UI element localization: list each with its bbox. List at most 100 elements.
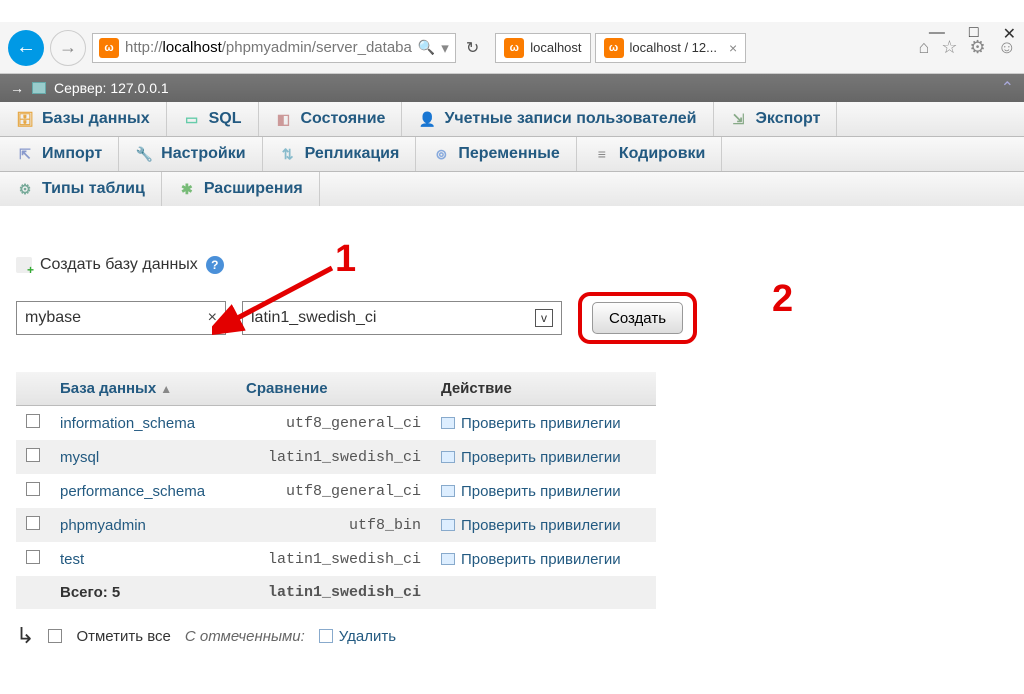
replication-icon: ⇅ [279, 145, 297, 163]
tab-sql[interactable]: ▭SQL [167, 102, 259, 136]
db-add-icon [16, 257, 32, 273]
highlight-box-2: Создать [578, 292, 697, 344]
pma-nav-secondary: ⇱Импорт 🔧Настройки ⇅Репликация ⊚Переменн… [0, 137, 1024, 172]
engines-icon: ⚙ [16, 180, 34, 198]
row-checkbox[interactable] [26, 550, 40, 564]
check-privileges-link[interactable]: Проверить привилегии [441, 415, 646, 432]
browser-tab[interactable]: ω localhost [495, 33, 590, 63]
export-icon: ⇲ [730, 110, 748, 128]
pma-nav-tertiary: ⚙Типы таблиц ✱Расширения [0, 172, 1024, 206]
browser-toolbar: ← → ω http://localhost/phpmyadmin/server… [0, 22, 1024, 74]
privileges-icon [441, 553, 455, 565]
create-button[interactable]: Создать [592, 302, 683, 334]
db-name-link[interactable]: test [60, 551, 84, 568]
url-text: http://localhost/phpmyadmin/server_datab… [125, 39, 412, 56]
table-header-row: База данных▲ Сравнение Действие [16, 372, 656, 406]
row-collation: utf8_general_ci [236, 406, 431, 441]
status-icon: ◧ [275, 110, 293, 128]
home-icon[interactable]: ⌂ [918, 37, 929, 58]
minimize-icon[interactable]: — [929, 24, 945, 44]
row-checkbox[interactable] [26, 414, 40, 428]
db-name-link[interactable]: mysql [60, 449, 99, 466]
check-all-label[interactable]: Отметить все [76, 628, 170, 645]
privileges-icon [441, 417, 455, 429]
search-icon[interactable]: 🔍 [418, 39, 435, 56]
check-privileges-link[interactable]: Проверить привилегии [441, 483, 646, 500]
table-row: phpmyadmin utf8_bin Проверить привилегии [16, 508, 656, 542]
pma-nav-primary: 🗄Базы данных ▭SQL ◧Состояние 👤Учетные за… [0, 102, 1024, 137]
tab-label: localhost / 12... [630, 40, 717, 55]
sql-icon: ▭ [183, 110, 201, 128]
create-db-label: Создать базу данных [40, 256, 198, 274]
main-content: Создать базу данных ? mybase × latin1_sw… [0, 206, 1024, 669]
nav-forward-button[interactable]: → [50, 30, 86, 66]
col-action: Действие [431, 372, 656, 406]
privileges-icon [441, 485, 455, 497]
tab-close-icon[interactable]: × [729, 40, 737, 56]
check-privileges-link[interactable]: Проверить привилегии [441, 551, 646, 568]
collapse-icon[interactable]: ⌃ [1001, 78, 1014, 98]
tab-status[interactable]: ◧Состояние [259, 102, 403, 136]
tab-plugins[interactable]: ✱Расширения [162, 172, 320, 206]
tab-users[interactable]: 👤Учетные записи пользователей [402, 102, 713, 136]
table-row: information_schema utf8_general_ci Провери… [16, 406, 656, 441]
bulk-actions: ↳ Отметить все С отмеченными: Удалить [16, 623, 1008, 649]
dropdown-caret-icon[interactable]: ▾ [441, 39, 449, 57]
check-privileges-link[interactable]: Проверить привилегии [441, 517, 646, 534]
db-name-link[interactable]: performance_schema [60, 483, 205, 500]
xampp-icon: ω [604, 38, 624, 58]
tab-export[interactable]: ⇲Экспорт [714, 102, 838, 136]
tab-settings[interactable]: 🔧Настройки [119, 137, 262, 171]
arrow-up-icon: ↳ [16, 623, 34, 649]
create-db-form: mybase × latin1_swedish_ci v Создать [16, 292, 1008, 344]
row-collation: latin1_swedish_ci [236, 542, 431, 576]
create-db-heading: Создать базу данных ? [16, 256, 1008, 274]
charset-icon: ≡ [593, 145, 611, 163]
server-label[interactable]: Сервер: 127.0.0.1 [54, 80, 169, 96]
tab-engines[interactable]: ⚙Типы таблиц [0, 172, 162, 206]
maximize-icon[interactable]: □ [969, 24, 979, 44]
address-bar[interactable]: ω http://localhost/phpmyadmin/server_dat… [92, 33, 456, 63]
total-collation: latin1_swedish_ci [236, 576, 431, 609]
arrow-icon: → [10, 80, 24, 96]
col-database[interactable]: База данных▲ [50, 372, 236, 406]
delete-link[interactable]: Удалить [319, 628, 396, 645]
server-icon [32, 82, 46, 94]
db-name-link[interactable]: information_schema [60, 415, 195, 432]
check-privileges-link[interactable]: Проверить привилегии [441, 449, 646, 466]
nav-back-button[interactable]: ← [8, 30, 44, 66]
tab-label: localhost [530, 40, 581, 55]
row-checkbox[interactable] [26, 448, 40, 462]
wrench-icon: 🔧 [135, 145, 153, 163]
browser-tab[interactable]: ω localhost / 12... × [595, 33, 747, 63]
refresh-icon[interactable]: ↻ [466, 38, 479, 58]
databases-table: База данных▲ Сравнение Действие informat… [16, 372, 656, 609]
close-icon[interactable]: ✕ [1003, 24, 1016, 44]
table-total-row: Всего: 5 latin1_swedish_ci [16, 576, 656, 609]
tab-databases[interactable]: 🗄Базы данных [0, 102, 167, 136]
row-collation: utf8_general_ci [236, 474, 431, 508]
check-all-checkbox[interactable] [48, 629, 62, 643]
row-checkbox[interactable] [26, 482, 40, 496]
browser-tabs: ω localhost ω localhost / 12... × [495, 33, 746, 63]
checkbox-header [16, 372, 50, 406]
tab-import[interactable]: ⇱Импорт [0, 137, 119, 171]
tab-replication[interactable]: ⇅Репликация [263, 137, 417, 171]
table-row: test latin1_swedish_ci Проверить привилеги… [16, 542, 656, 576]
total-label: Всего: 5 [50, 576, 236, 609]
row-collation: utf8_bin [236, 508, 431, 542]
db-name-link[interactable]: phpmyadmin [60, 517, 146, 534]
table-row: mysql latin1_swedish_ci Проверить привилег… [16, 440, 656, 474]
server-breadcrumb: → Сервер: 127.0.0.1 ⌃ [0, 74, 1024, 102]
delete-icon [319, 629, 333, 643]
tab-variables[interactable]: ⊚Переменные [416, 137, 576, 171]
chevron-down-icon: v [535, 309, 553, 327]
privileges-icon [441, 451, 455, 463]
import-icon: ⇱ [16, 145, 34, 163]
tab-charsets[interactable]: ≡Кодировки [577, 137, 723, 171]
row-collation: latin1_swedish_ci [236, 440, 431, 474]
row-checkbox[interactable] [26, 516, 40, 530]
db-name-input[interactable]: mybase × [16, 301, 226, 335]
plugins-icon: ✱ [178, 180, 196, 198]
col-collation[interactable]: Сравнение [236, 372, 431, 406]
